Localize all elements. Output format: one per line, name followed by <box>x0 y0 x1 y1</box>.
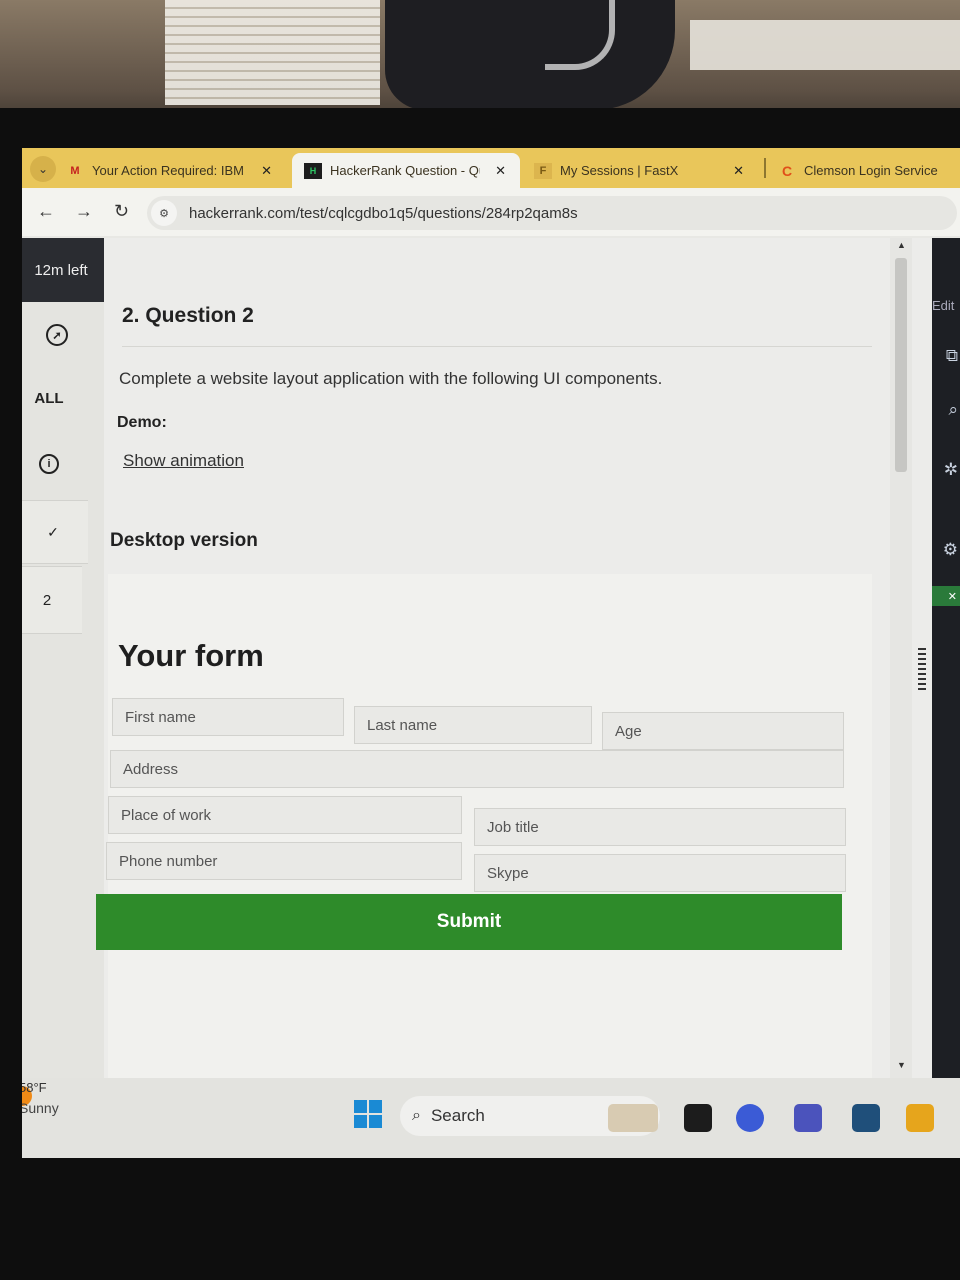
tab-hackerrank[interactable]: H HackerRank Question - Qu ✕ <box>292 153 520 188</box>
question-content: 2. Question 2 Complete a website layout … <box>96 238 892 1078</box>
scroll-up-icon[interactable]: ▲ <box>897 240 906 250</box>
url-text: hackerrank.com/test/cqlcgdbo1q5/question… <box>189 204 578 222</box>
person-shirt <box>385 0 675 110</box>
tab-title: My Sessions | FastX <box>560 163 679 178</box>
desktop-version-heading: Desktop version <box>110 530 258 551</box>
first-name-field[interactable]: First name <box>112 698 344 736</box>
settings-gear-icon[interactable]: ⚙ <box>932 530 960 570</box>
code-editor-icon[interactable] <box>852 1104 880 1132</box>
forward-arrow-icon[interactable]: → <box>75 201 93 222</box>
info-button[interactable]: i <box>22 450 84 478</box>
place-of-work-field[interactable]: Place of work <box>108 796 462 834</box>
form-demo-panel: Your form First name Last name Age Addre… <box>96 574 872 1078</box>
tab-title: Clemson Login Service <box>804 163 938 178</box>
editor-side-panel: Edit ⧉ ⌕ ✲ ⚙ ✕ <box>932 238 960 1078</box>
demo-label: Demo: <box>117 414 167 431</box>
tab-search-chevron-icon[interactable]: ⌄ <box>30 156 56 182</box>
desk <box>690 20 960 70</box>
compass-icon: ➚ <box>46 324 68 346</box>
search-icon: ⌕ <box>412 1107 421 1124</box>
widgets-icon[interactable] <box>608 1104 658 1132</box>
back-arrow-icon[interactable]: ← <box>37 201 55 222</box>
show-animation-link[interactable]: Show animation <box>123 451 244 471</box>
phone-number-field[interactable]: Phone number <box>106 842 462 880</box>
file-explorer-icon[interactable] <box>906 1104 934 1132</box>
gmail-icon: M <box>70 164 80 177</box>
question-description: Complete a website layout application wi… <box>119 369 663 388</box>
collapse-icon[interactable]: ✕ <box>932 586 960 606</box>
window-blind <box>165 0 380 105</box>
weather-condition[interactable]: Sunny <box>22 1100 59 1116</box>
panel-resize-grip[interactable] <box>918 648 926 692</box>
question-number: 2 <box>42 591 52 609</box>
page-scrollbar[interactable]: ▲ ▼ <box>890 238 912 1078</box>
laptop-screen: ⌄ M Your Action Required: IBM ✕ H Hacker… <box>22 148 960 1158</box>
address-field[interactable]: Address <box>110 750 844 788</box>
tab-ibm[interactable]: M Your Action Required: IBM ✕ <box>66 153 286 188</box>
browser-toolbar: ← → ↻ ⚙ hackerrank.com/test/cqlcgdbo1q5/… <box>22 188 960 236</box>
scroll-thumb[interactable] <box>895 258 907 472</box>
tab-title: HackerRank Question - Qu <box>330 163 480 178</box>
debug-icon[interactable]: ✲ <box>932 450 960 490</box>
hackerrank-icon: H <box>304 162 322 179</box>
clemson-paw-icon: C <box>781 162 793 179</box>
browser-tab-strip: ⌄ M Your Action Required: IBM ✕ H Hacker… <box>22 148 960 188</box>
time-remaining: 12m left <box>22 238 104 302</box>
tab-divider <box>764 158 766 178</box>
site-info-icon[interactable]: ⚙ <box>151 200 177 226</box>
compass-button[interactable]: ➚ <box>22 320 92 350</box>
teams-icon[interactable] <box>794 1104 822 1132</box>
last-name-field[interactable]: Last name <box>354 706 592 744</box>
tab-clemson[interactable]: C Clemson Login Service <box>778 153 960 188</box>
windows-taskbar: 58°F Sunny ⌕ Search <box>22 1078 960 1158</box>
search-label: Search <box>430 1106 485 1125</box>
title-divider <box>122 346 872 347</box>
hackerrank-page: 12m left ➚ ALL i ✓ 2 2. Question 2 Compl… <box>22 238 960 1078</box>
windows-start-icon[interactable] <box>354 1100 382 1128</box>
submit-button[interactable]: Submit <box>96 894 842 950</box>
tab-close-icon[interactable]: ✕ <box>495 163 506 179</box>
editor-edit-label: Edit <box>932 298 955 313</box>
meet-icon[interactable] <box>736 1104 764 1132</box>
search-icon[interactable]: ⌕ <box>932 390 960 430</box>
question-title: 2. Question 2 <box>122 304 254 327</box>
reload-icon[interactable]: ↻ <box>114 201 129 222</box>
tab-fastx[interactable]: F My Sessions | FastX ✕ <box>534 153 758 188</box>
scroll-down-icon[interactable]: ▼ <box>897 1060 906 1070</box>
question-sidebar: 12m left ➚ ALL i ✓ 2 <box>22 238 104 1078</box>
tab-title: Your Action Required: IBM <box>92 163 244 178</box>
age-field[interactable]: Age <box>602 712 844 750</box>
skype-field[interactable]: Skype <box>474 854 846 892</box>
checkmark-icon: ✓ <box>47 523 59 540</box>
form-title: Your form <box>118 638 264 673</box>
all-questions-button[interactable]: ALL <box>22 386 84 410</box>
copy-icon[interactable]: ⧉ <box>932 336 960 376</box>
weather-temperature[interactable]: 58°F <box>22 1080 47 1095</box>
fastx-icon: F <box>534 162 552 179</box>
tab-close-icon[interactable]: ✕ <box>261 163 272 179</box>
question-2-button[interactable]: 2 <box>22 566 82 634</box>
question-1-status[interactable]: ✓ <box>22 500 88 564</box>
job-title-field[interactable]: Job title <box>474 808 846 846</box>
tab-close-icon[interactable]: ✕ <box>733 163 744 179</box>
all-label: ALL <box>34 389 64 407</box>
task-view-icon[interactable] <box>684 1104 712 1132</box>
info-icon: i <box>39 454 59 474</box>
address-bar[interactable]: ⚙ hackerrank.com/test/cqlcgdbo1q5/questi… <box>147 196 957 230</box>
